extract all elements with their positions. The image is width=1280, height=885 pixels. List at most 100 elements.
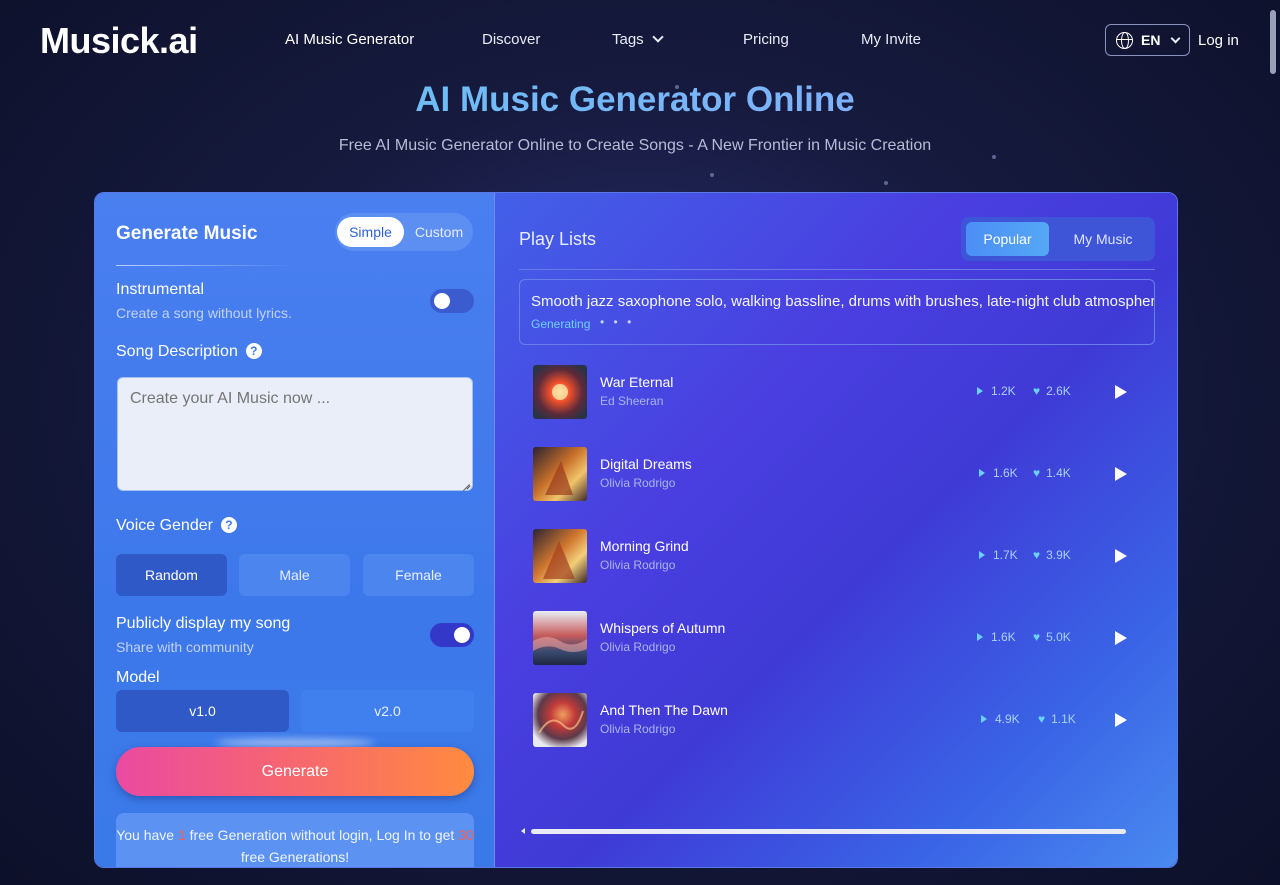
help-icon[interactable]: ? [220, 517, 237, 533]
instrumental-hint: Create a song without lyrics. [116, 305, 292, 321]
mode-simple-button[interactable]: Simple [337, 217, 404, 247]
song-title[interactable]: Digital Dreams [600, 456, 692, 472]
heart-icon: ♥ [1033, 466, 1041, 480]
song-artist: Olivia Rodrigo [600, 558, 676, 572]
generating-prompt: Smooth jazz saxophone solo, walking bass… [531, 293, 1155, 310]
generating-status: Generating [531, 317, 591, 331]
song-title[interactable]: War Eternal [600, 374, 673, 390]
background-star [992, 155, 996, 159]
mode-custom-button[interactable]: Custom [407, 217, 471, 247]
playlists-title: Play Lists [519, 229, 597, 249]
play-button-icon[interactable] [1115, 631, 1127, 645]
song-artist: Ed Sheeran [600, 394, 664, 408]
like-count: ♥ 1.1K [1038, 712, 1076, 726]
notice-text-2: free Generation without login, Log In to… [185, 827, 459, 843]
play-count: 1.7K [979, 548, 1018, 562]
song-description-label: Song Description [116, 343, 238, 360]
language-selector[interactable]: EN [1105, 24, 1190, 56]
notice-text-3: free Generations! [240, 849, 350, 865]
nav-tags[interactable]: Tags [612, 31, 664, 48]
song-description-input[interactable] [117, 377, 473, 491]
play-count-value: 1.7K [993, 548, 1018, 562]
nav-discover[interactable]: Discover [482, 31, 540, 48]
free-generation-notice: You have 1 free Generation without login… [116, 813, 474, 867]
toggle-knob [454, 627, 470, 643]
play-count: 1.6K [977, 630, 1016, 644]
generate-panel: Generate Music Simple Custom Instrumenta… [95, 193, 495, 867]
like-count-value: 3.9K [1046, 548, 1071, 562]
song-row[interactable]: And Then The Dawn Olivia Rodrigo 4.9K ♥ 1… [519, 685, 1155, 757]
song-title[interactable]: And Then The Dawn [600, 702, 728, 718]
play-count-value: 1.6K [993, 466, 1018, 480]
play-button-icon[interactable] [1115, 385, 1127, 399]
nav-tags-label: Tags [612, 31, 644, 48]
heart-icon: ♥ [1033, 384, 1041, 398]
background-star [884, 181, 888, 185]
like-count-value: 2.6K [1046, 384, 1071, 398]
generate-button[interactable]: Generate [116, 747, 474, 796]
song-artist: Olivia Rodrigo [600, 722, 676, 736]
playlist-horizontal-scrollbar[interactable] [531, 829, 1126, 834]
top-navigation: Musick.ai AI Music Generator Discover Ta… [0, 0, 1280, 80]
play-count-value: 4.9K [995, 712, 1020, 726]
voice-random-button[interactable]: Random [116, 554, 227, 596]
instrumental-label: Instrumental [116, 281, 205, 298]
voice-male-button[interactable]: Male [239, 554, 350, 596]
tab-popular[interactable]: Popular [966, 222, 1049, 256]
public-display-toggle[interactable] [430, 623, 474, 647]
song-row[interactable]: Digital Dreams Olivia Rodrigo 1.6K ♥ 1.4K [519, 439, 1155, 511]
like-count-value: 1.4K [1046, 466, 1071, 480]
nav-pricing[interactable]: Pricing [743, 31, 789, 48]
instrumental-toggle[interactable] [430, 289, 474, 313]
play-button-icon[interactable] [1115, 713, 1127, 727]
model-v1-button[interactable]: v1.0 [116, 690, 289, 732]
help-icon[interactable]: ? [245, 343, 262, 359]
nav-ai-music-generator[interactable]: AI Music Generator [285, 31, 414, 48]
generate-music-title: Generate Music [116, 223, 258, 244]
song-cover-image [533, 529, 587, 583]
generating-item[interactable]: Smooth jazz saxophone solo, walking bass… [519, 279, 1155, 345]
public-display-label: Publicly display my song [116, 615, 291, 632]
play-count-icon [977, 387, 983, 395]
public-display-hint: Share with community [116, 639, 254, 655]
song-title[interactable]: Morning Grind [600, 538, 689, 554]
page-title: AI Music Generator Online [0, 80, 1270, 120]
login-link[interactable]: Log in [1198, 32, 1239, 49]
heart-icon: ♥ [1033, 630, 1041, 644]
like-count: ♥ 3.9K [1033, 548, 1071, 562]
title-divider [116, 265, 296, 266]
play-count: 1.2K [977, 384, 1016, 398]
playlist-tabs: Popular My Music [961, 217, 1155, 261]
play-count-icon [979, 551, 985, 559]
song-row[interactable]: Morning Grind Olivia Rodrigo 1.7K ♥ 3.9K [519, 521, 1155, 593]
nav-my-invite[interactable]: My Invite [861, 31, 921, 48]
song-artist: Olivia Rodrigo [600, 476, 676, 490]
like-count-value: 5.0K [1046, 630, 1071, 644]
page-scrollbar[interactable] [1270, 10, 1276, 74]
voice-female-button[interactable]: Female [363, 554, 474, 596]
toggle-knob [434, 293, 450, 309]
song-title[interactable]: Whispers of Autumn [600, 620, 725, 636]
play-count: 1.6K [979, 466, 1018, 480]
song-row[interactable]: Whispers of Autumn Olivia Rodrigo 1.6K ♥… [519, 603, 1155, 675]
heart-icon: ♥ [1033, 548, 1041, 562]
play-count-icon [979, 469, 985, 477]
voice-gender-heading: Voice Gender? [116, 517, 237, 535]
model-v2-button[interactable]: v2.0 [301, 690, 474, 732]
play-count-icon [977, 633, 983, 641]
song-row[interactable]: War Eternal Ed Sheeran 1.2K ♥ 2.6K [519, 357, 1155, 429]
globe-icon [1116, 31, 1133, 49]
notice-free-count: 1 [177, 827, 186, 843]
mode-switch: Simple Custom [335, 213, 473, 251]
resize-handle-icon[interactable] [462, 481, 470, 489]
song-cover-image [533, 447, 587, 501]
loading-dots-icon: • • • [600, 315, 635, 329]
play-button-icon[interactable] [1115, 549, 1127, 563]
like-count: ♥ 2.6K [1033, 384, 1071, 398]
play-button-icon[interactable] [1115, 467, 1127, 481]
scroll-left-icon[interactable] [521, 828, 525, 834]
tabs-divider [519, 269, 1155, 270]
site-logo[interactable]: Musick.ai [40, 20, 198, 62]
chevron-down-icon [1171, 33, 1181, 43]
tab-my-music[interactable]: My Music [1057, 222, 1149, 256]
